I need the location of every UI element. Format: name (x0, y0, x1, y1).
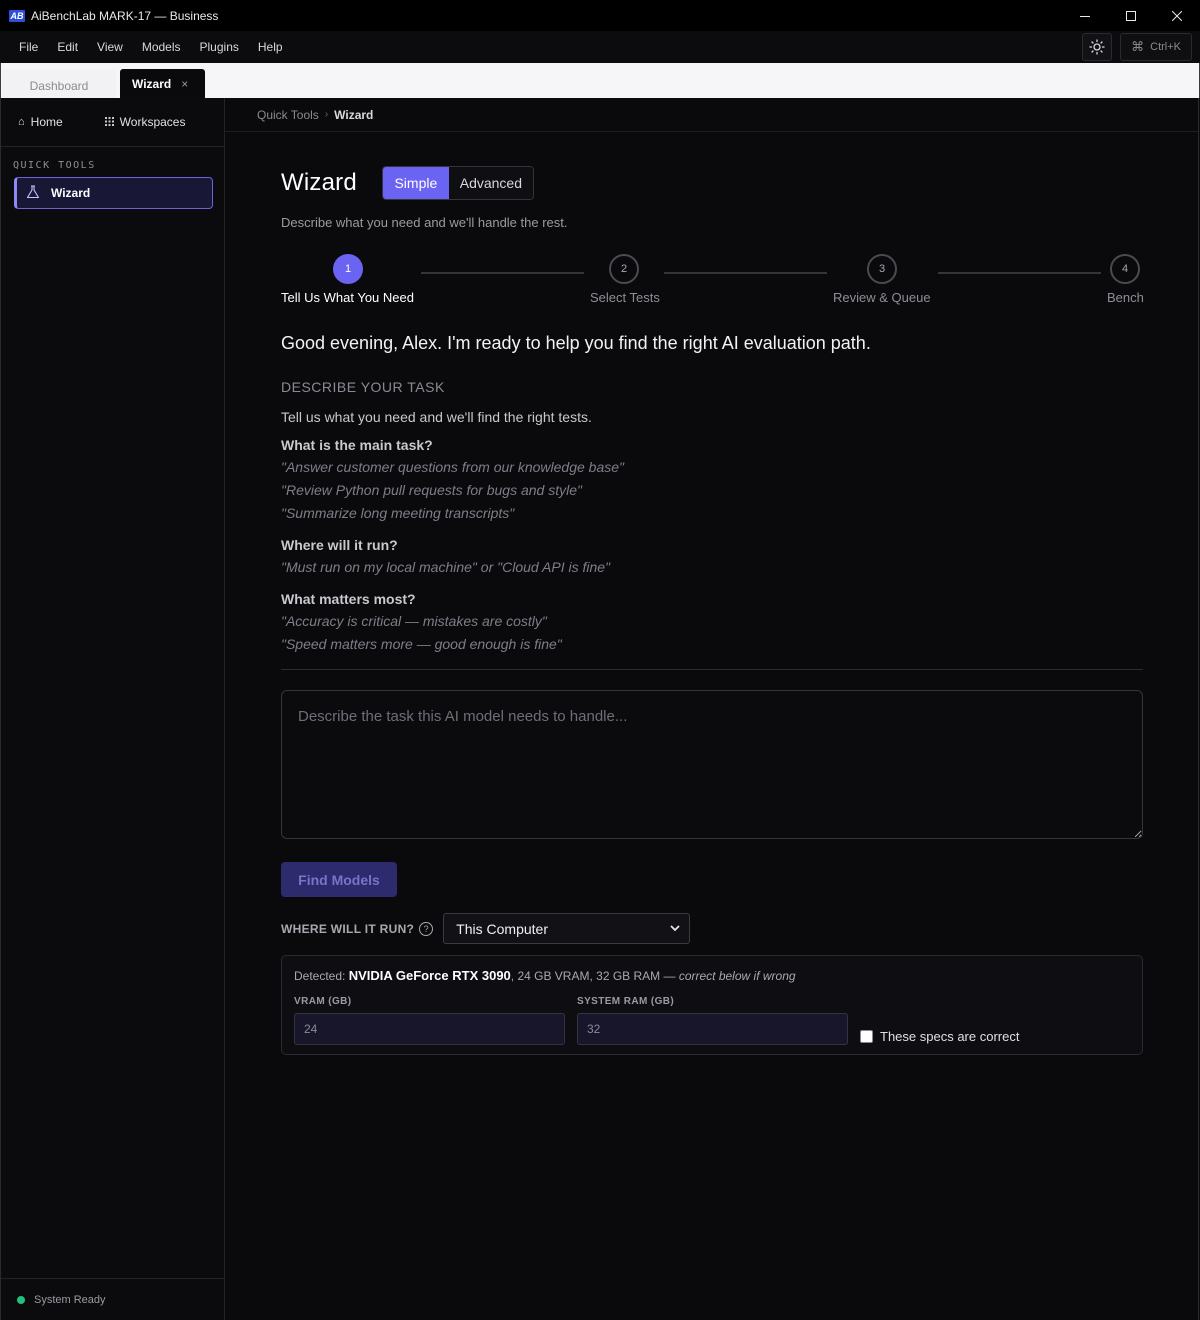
flask-icon (26, 184, 40, 202)
detected-hardware-text: Detected: NVIDIA GeForce RTX 3090, 24 GB… (294, 968, 796, 983)
sidebar-workspaces-link[interactable]: Workspaces (104, 115, 186, 129)
run-location-select[interactable]: This Computer (443, 913, 691, 944)
main-panel: Quick Tools › Wizard Wizard Simple Advan… (225, 98, 1199, 1320)
status-dot-icon (17, 1295, 25, 1304)
step-2-label: Select Tests (590, 290, 660, 305)
question-what-matters: What matters most? (281, 591, 416, 607)
sun-icon (1089, 39, 1105, 55)
command-icon: ⌘ (1131, 39, 1145, 54)
wizard-content: Wizard Simple Advanced Describe what you… (281, 166, 1144, 1055)
step-3-label: Review & Queue (833, 290, 931, 305)
window-title: AiBenchLab MARK-17 — Business (31, 8, 219, 23)
vram-input[interactable]: 24 (294, 1013, 565, 1045)
breadcrumb-current: Wizard (334, 107, 374, 122)
sidebar: ⌂ Home Workspaces QUICK TOOLS Wizard Sys… (0, 98, 225, 1320)
run-location-value: This Computer (456, 920, 548, 937)
page-subtitle: Describe what you need and we'll handle … (281, 215, 568, 230)
sidebar-top-nav: ⌂ Home Workspaces (1, 98, 224, 147)
menu-bar: File Edit View Models Plugins Help ⌘ Ctr… (0, 31, 1200, 63)
example-text: "Summarize long meeting transcripts" (281, 505, 515, 521)
help-icon[interactable]: ? (419, 921, 434, 936)
step-1-indicator: 1 (333, 254, 363, 284)
specs-confirm[interactable]: These specs are correct (860, 1029, 1019, 1044)
app-logo: AB (9, 9, 25, 22)
find-models-button[interactable]: Find Models (281, 862, 397, 897)
sidebar-workspaces-label: Workspaces (119, 115, 186, 129)
tab-strip: Dashboard Wizard × (0, 63, 1200, 98)
example-text: "Must run on my local machine" or "Cloud… (281, 559, 611, 575)
detected-gpu: NVIDIA GeForce RTX 3090 (348, 968, 511, 983)
section-heading: DESCRIBE YOUR TASK (281, 379, 445, 395)
divider (281, 669, 1143, 670)
step-connector (938, 272, 1101, 274)
tab-label: Wizard (132, 76, 172, 91)
grid-icon (104, 115, 114, 129)
specs-correct-checkbox[interactable] (860, 1030, 873, 1043)
breadcrumb-separator: › (324, 109, 329, 120)
menu-view[interactable]: View (97, 40, 123, 54)
step-4-indicator: 4 (1110, 254, 1140, 284)
step-4-label: Bench (1107, 290, 1144, 305)
detected-hint: correct below if wrong (678, 969, 796, 983)
menu-models[interactable]: Models (142, 40, 181, 54)
mode-toggle: Simple Advanced (381, 166, 534, 200)
task-description-input[interactable] (281, 690, 1143, 839)
title-bar: AB AiBenchLab MARK-17 — Business (0, 0, 1200, 31)
detected-prefix: Detected: (294, 969, 349, 983)
example-text: "Speed matters more — good enough is fin… (281, 636, 562, 652)
section-description: Tell us what you need and we'll find the… (281, 409, 592, 425)
window-controls (1062, 0, 1200, 31)
sidebar-home-label: Home (30, 115, 63, 129)
question-where-run: Where will it run? (281, 537, 398, 553)
wizard-stepper: 1 2 3 4 Tell Us What You Need Select Tes… (281, 254, 1144, 314)
menu-file[interactable]: File (19, 40, 38, 54)
close-icon[interactable] (1154, 0, 1200, 31)
hardware-detection-panel: Detected: NVIDIA GeForce RTX 3090, 24 GB… (281, 955, 1143, 1055)
question-main-task: What is the main task? (281, 437, 433, 453)
example-text: "Accuracy is critical — mistakes are cos… (281, 613, 547, 629)
breadcrumb-parent[interactable]: Quick Tools (257, 108, 319, 122)
tab-wizard[interactable]: Wizard × (120, 69, 205, 98)
step-1-label: Tell Us What You Need (281, 290, 414, 305)
sidebar-item-wizard[interactable]: Wizard (14, 177, 213, 209)
chevron-down-icon (670, 925, 680, 932)
maximize-icon[interactable] (1108, 0, 1154, 31)
status-text: System Ready (34, 1293, 106, 1306)
ram-input[interactable]: 32 (577, 1013, 848, 1045)
tab-close-icon[interactable]: × (181, 77, 188, 91)
sidebar-section-title: QUICK TOOLS (13, 160, 96, 171)
run-location-label: WHERE WILL IT RUN? (281, 921, 415, 936)
greeting-text: Good evening, Alex. I'm ready to help yo… (281, 333, 871, 353)
tab-dashboard[interactable]: Dashboard (2, 69, 116, 98)
vram-label: VRAM (GB) (294, 996, 352, 1007)
minimize-icon[interactable] (1062, 0, 1108, 31)
mode-advanced-button[interactable]: Advanced (448, 167, 533, 199)
menu-plugins[interactable]: Plugins (200, 40, 239, 54)
example-text: "Review Python pull requests for bugs an… (281, 482, 582, 498)
tab-label: Dashboard (29, 78, 89, 93)
run-location-row: WHERE WILL IT RUN? ? This Computer (281, 913, 1143, 944)
command-palette-button[interactable]: ⌘ Ctrl+K (1120, 33, 1192, 61)
menu-edit[interactable]: Edit (57, 40, 78, 54)
step-connector (664, 272, 827, 274)
sidebar-home-link[interactable]: ⌂ Home (18, 115, 63, 129)
step-3-indicator: 3 (867, 254, 897, 284)
mode-simple-button[interactable]: Simple (382, 167, 449, 199)
step-2-indicator: 2 (609, 254, 639, 284)
detected-specs: , 24 GB VRAM, 32 GB RAM — (510, 969, 679, 983)
sidebar-item-label: Wizard (51, 186, 91, 200)
status-bar: System Ready (1, 1278, 225, 1320)
ram-label: SYSTEM RAM (GB) (577, 996, 675, 1007)
command-shortcut: Ctrl+K (1150, 41, 1181, 53)
home-icon: ⌂ (18, 116, 25, 128)
example-text: "Answer customer questions from our know… (281, 459, 624, 475)
step-connector (421, 272, 584, 274)
breadcrumb: Quick Tools › Wizard (225, 98, 1198, 132)
menu-help[interactable]: Help (258, 40, 283, 54)
specs-correct-label: These specs are correct (880, 1029, 1020, 1044)
theme-toggle-button[interactable] (1082, 33, 1113, 61)
page-title: Wizard (281, 169, 357, 196)
